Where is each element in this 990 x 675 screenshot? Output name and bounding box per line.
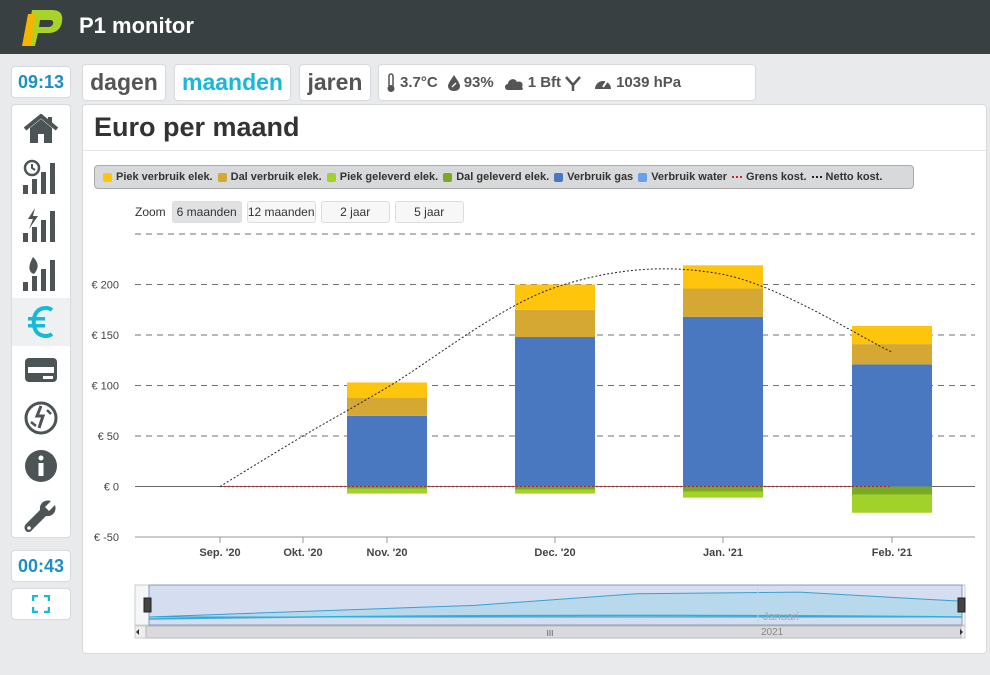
sidebar	[11, 104, 71, 538]
tab-dagen[interactable]: dagen	[82, 64, 166, 101]
x-tick-label: Dec. '20	[534, 547, 575, 559]
chart-panel: Euro per maand Piek verbruik elek. Dal v…	[82, 104, 987, 654]
sidebar-item-meter[interactable]	[12, 346, 70, 394]
bar-segment-dal-verbruik[interactable]	[852, 344, 932, 365]
bar-segment-dal-geleverd[interactable]	[515, 486, 595, 490]
power-usage-icon	[23, 160, 55, 195]
x-tick-label: Feb. '21	[872, 547, 913, 559]
bar-segment-piek-geleverd[interactable]	[852, 494, 932, 513]
chart-bars	[347, 265, 932, 513]
navigator-year-label: 2021	[761, 627, 784, 638]
tab-maanden[interactable]: maanden	[174, 64, 291, 101]
bar-segment-piek-geleverd[interactable]	[515, 489, 595, 494]
fullscreen-icon	[32, 595, 50, 613]
y-tick-label: € -50	[94, 532, 119, 544]
temperature-value: 3.7°C	[400, 74, 438, 91]
weather-wind: 1 Bft	[503, 74, 584, 92]
sidebar-item-euro[interactable]	[12, 297, 70, 346]
bar-segment-piek-verbruik[interactable]	[515, 284, 595, 310]
euro-icon	[28, 305, 54, 338]
y-tick-label: € 50	[98, 431, 119, 443]
humidity-value: 93%	[463, 74, 494, 91]
bar-segment-piek-verbruik[interactable]	[683, 265, 763, 289]
p1-logo	[22, 10, 63, 46]
bar-segment-verbruik-gas[interactable]	[852, 364, 932, 487]
y-tick-label: € 100	[91, 381, 119, 393]
bar-segment-piek-geleverd[interactable]	[683, 491, 763, 498]
sidebar-item-info[interactable]	[12, 442, 70, 490]
navigator-left-handle[interactable]	[143, 597, 152, 613]
pressure-value: 1039 hPa	[616, 74, 682, 91]
app-title: P1 monitor	[79, 13, 194, 38]
sidebar-item-settings[interactable]	[12, 491, 70, 538]
y-tick-label: € 150	[91, 330, 119, 342]
cost-chart: € -50 € 0 € 50 € 100 € 150 € 200 Sep. '20 Okt.…	[91, 233, 975, 639]
info-icon	[25, 450, 57, 483]
refresh-timer: 00:43	[11, 550, 71, 582]
thermometer-icon	[387, 72, 395, 92]
bar-segment-piek-verbruik[interactable]	[852, 325, 932, 345]
wind-value: 1 Bft	[527, 74, 562, 91]
bar-segment-verbruik-gas[interactable]	[347, 415, 427, 487]
weather-humidity: 93%	[447, 74, 494, 92]
bar-segment-dal-geleverd[interactable]	[683, 486, 763, 492]
y-tick-label: € 0	[104, 482, 119, 494]
sidebar-item-gas[interactable]	[12, 250, 70, 298]
tab-jaren[interactable]: jaren	[299, 64, 371, 101]
bar-segment-piek-geleverd[interactable]	[347, 488, 427, 494]
meter-card-icon	[25, 358, 57, 383]
x-axis-labels: Sep. '20 Okt. '20 Nov. '20 Dec. '20 Jan. '21…	[199, 537, 912, 559]
power-flash-icon	[23, 208, 55, 243]
y-tick-label: € 200	[91, 280, 119, 292]
top-bar: P1 monitor	[0, 0, 990, 54]
bar-segment-verbruik-gas[interactable]	[515, 337, 595, 487]
sidebar-item-phase[interactable]	[12, 394, 70, 442]
phase-icon	[24, 401, 58, 435]
sidebar-item-power-usage[interactable]	[12, 153, 70, 201]
navigator-month-label: Januari	[763, 611, 799, 623]
weather-pressure: 1039 hPa	[593, 74, 681, 91]
gas-flame-icon	[23, 256, 55, 291]
wrench-icon	[24, 500, 56, 532]
scrollbar-grip: III	[547, 629, 554, 638]
sidebar-item-home[interactable]	[12, 105, 70, 153]
bar-segment-verbruik-gas[interactable]	[683, 316, 763, 487]
home-icon	[23, 114, 59, 144]
gauge-icon	[595, 79, 612, 89]
y-axis-labels: € -50 € 0 € 50 € 100 € 150 € 200	[91, 280, 119, 545]
chart-navigator[interactable]: Januari III 2021	[134, 584, 966, 639]
bar-segment-dal-geleverd[interactable]	[852, 486, 932, 495]
humidity-drop-icon	[447, 74, 460, 91]
x-tick-label: Jan. '21	[703, 547, 743, 559]
x-tick-label: Nov. '20	[367, 547, 408, 559]
bar-segment-piek-verbruik[interactable]	[347, 382, 427, 398]
sidebar-item-power-flash[interactable]	[12, 201, 70, 249]
x-tick-label: Okt. '20	[283, 547, 322, 559]
x-tick-label: Sep. '20	[199, 547, 240, 559]
scrollbar-thumb[interactable]	[145, 625, 962, 639]
weather-bar: 3.7°C 93% 1 Bft 1039 hPa	[378, 64, 756, 101]
bar-segment-dal-geleverd[interactable]	[347, 486, 427, 489]
bar-segment-dal-verbruik[interactable]	[347, 397, 427, 416]
weather-temperature: 3.7°C	[385, 72, 438, 93]
wind-direction-icon	[565, 75, 582, 91]
fullscreen-button[interactable]	[11, 588, 71, 620]
bar-segment-dal-verbruik[interactable]	[515, 309, 595, 338]
cloud-icon	[504, 78, 523, 90]
bar-segment-dal-verbruik[interactable]	[683, 288, 763, 317]
navigator-right-handle[interactable]	[957, 597, 966, 613]
clock: 09:13	[11, 66, 71, 98]
